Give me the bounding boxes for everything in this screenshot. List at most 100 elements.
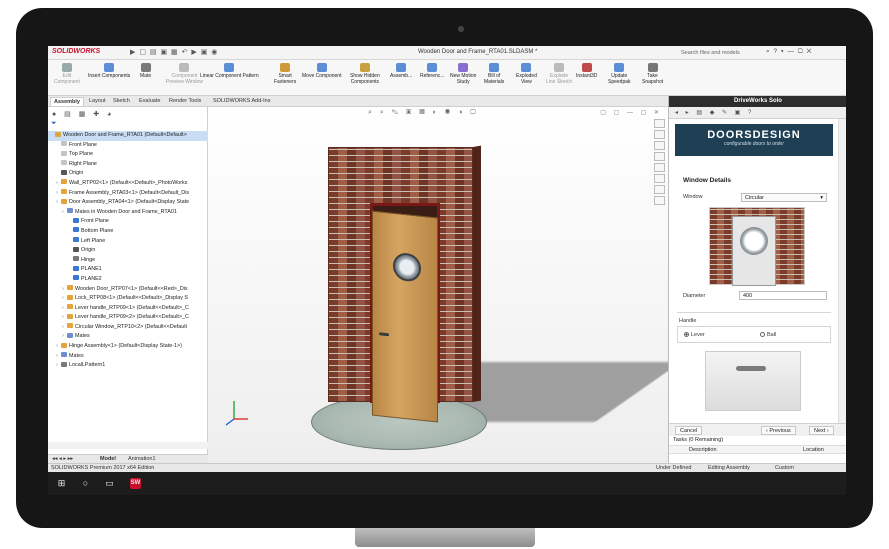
tree-row[interactable]: › Lock_RTP08<1> (Default<<Default>_Displa… xyxy=(48,294,208,304)
tree-row[interactable]: Front Plane xyxy=(48,217,208,227)
cmd-smart-fasteners[interactable]: Smart Fasteners xyxy=(274,63,296,85)
tree-row[interactable]: › Mates xyxy=(48,332,208,342)
previous-button[interactable]: ‹ Previous xyxy=(761,426,796,435)
radio-unchecked-icon xyxy=(760,332,765,337)
driveworks-icon[interactable] xyxy=(654,196,665,205)
cmd-icon xyxy=(104,63,115,72)
cmd-component-preview-window[interactable]: Component Preview Window xyxy=(166,63,203,85)
design-library-icon[interactable] xyxy=(654,141,665,150)
tree-row[interactable]: Bottom Plane xyxy=(48,227,208,237)
cmd-insert-components[interactable]: Insert Components xyxy=(88,63,130,79)
cmd-explode-line-sketch[interactable]: Explode Line Sketch xyxy=(546,63,572,85)
assembly-icon xyxy=(61,189,67,195)
cmd-icon xyxy=(61,63,72,72)
viewport-window-controls[interactable]: ▢ ▢ — ▢ ✕ xyxy=(600,109,662,116)
solidworks-logo[interactable]: SOLIDWORKS xyxy=(52,48,100,55)
cmd-exploded-view[interactable]: Exploded View xyxy=(516,63,537,85)
cmd-take-snapshot[interactable]: Take Snapshot xyxy=(642,63,663,85)
driveworks-toolbar[interactable]: ◂ ▸ ▤ ◆ ✎ ▣ ? xyxy=(669,107,846,119)
handle-ball-radio[interactable]: Ball xyxy=(760,332,776,338)
window-select[interactable]: Circular ▾ xyxy=(741,193,827,202)
tree-row[interactable]: Hinge xyxy=(48,256,208,266)
cmd-label: Component xyxy=(54,79,80,85)
cmd-new-motion-study[interactable]: New Motion Study xyxy=(450,63,476,85)
handle-lever-radio[interactable]: Lever xyxy=(684,332,705,338)
cmd-edit-component[interactable]: Edit Component xyxy=(54,63,80,85)
custom-properties-icon[interactable] xyxy=(654,185,665,194)
diameter-input[interactable]: 400 xyxy=(739,291,827,300)
tree-row-label: Origin xyxy=(81,247,96,254)
circular-window-model[interactable] xyxy=(393,251,421,283)
tree-row[interactable]: Origin xyxy=(48,246,208,256)
cmd-mate[interactable]: Mate xyxy=(140,63,151,79)
tree-row[interactable]: › Wooden Door_RTP07<1> (Default<<Red>_Dis xyxy=(48,285,208,295)
resources-icon[interactable] xyxy=(654,130,665,139)
view-palette-icon[interactable] xyxy=(654,163,665,172)
search-icon[interactable]: ○ xyxy=(80,478,91,489)
home-icon[interactable] xyxy=(654,119,665,128)
heads-up-view-toolbar[interactable]: ⌕ ⌕ ✎ ▣ ▦ ◐ ◉ ◑ ▢ xyxy=(368,109,479,117)
cmd-referenc[interactable]: Referenc... xyxy=(420,63,444,79)
tab-layout[interactable]: Layout xyxy=(86,97,109,105)
tree-row[interactable]: Origin xyxy=(48,169,208,179)
tasks-col-description[interactable]: Description xyxy=(689,447,717,453)
plane-blue-icon xyxy=(73,275,79,281)
tree-row-label: Left Plane xyxy=(81,237,106,244)
tree-panel-tabs[interactable]: ● ▤ ▦ ✚ ◕ xyxy=(52,110,114,118)
tree-row[interactable]: › Wall_RTP02<1> (Default<<Default>_PhotoW… xyxy=(48,179,208,189)
tree-row[interactable]: › LocalLPattern1 xyxy=(48,361,208,371)
cmd-move-component[interactable]: Move Component xyxy=(302,63,341,79)
window-controls[interactable]: ⌕ ? ▾ — ▢ ✕ xyxy=(766,48,812,56)
tree-horizontal-scrollbar[interactable] xyxy=(48,442,208,449)
tab-assembly[interactable]: Assembly xyxy=(50,97,84,106)
task-view-icon[interactable]: ▭ xyxy=(104,478,115,489)
tree-row[interactable]: PLANE1 xyxy=(48,265,208,275)
tree-row[interactable]: › Mates in Wooden Door and Frame_RTA01 xyxy=(48,208,208,218)
cmd-label: Referenc... xyxy=(420,73,445,79)
cmd-show-hidden-components[interactable]: Show Hidden Components xyxy=(350,63,380,85)
tree-row[interactable]: › Door Assembly_RTA04<1> (Default<Display… xyxy=(48,198,208,208)
cmd-icon xyxy=(359,63,370,72)
quick-access-toolbar[interactable]: ▶ ▢ ▤ ▣ ▦ ↶ ▶ ▣ ◉ xyxy=(130,48,218,56)
file-explorer-icon[interactable] xyxy=(654,152,665,161)
cmd-assemb[interactable]: Assemb... xyxy=(390,63,412,79)
cmd-linear-component-pattern[interactable]: Linear Component Pattern xyxy=(200,63,259,79)
tree-row[interactable]: › Lever handle_RTP09<2> (Default<<Default… xyxy=(48,313,208,323)
tree-row[interactable]: › Lever handle_RTP09<1> (Default<<Default… xyxy=(48,304,208,314)
tree-row[interactable]: › Mates xyxy=(48,352,208,362)
tree-row[interactable]: Right Plane xyxy=(48,160,208,170)
tab-animation1[interactable]: Animation1 xyxy=(128,456,156,462)
tree-row[interactable]: PLANE2 xyxy=(48,275,208,285)
cmd-instant3d[interactable]: Instant3D xyxy=(576,63,597,79)
tab-sketch[interactable]: Sketch xyxy=(110,97,133,105)
search-input[interactable]: Search files and models xyxy=(678,48,760,58)
appearances-icon[interactable] xyxy=(654,174,665,183)
cancel-button[interactable]: Cancel xyxy=(675,426,703,435)
mates-icon xyxy=(61,352,67,358)
tree-row[interactable]: Front Plane xyxy=(48,141,208,151)
tree-row[interactable]: › Hinge Assembly<1> (Default<Display Stat… xyxy=(48,342,208,352)
driveworks-scrollbar[interactable] xyxy=(838,119,846,423)
tree-row[interactable]: › Frame Assembly_RTA03<1> (Default<Defaul… xyxy=(48,189,208,199)
filter-icon[interactable]: ⏷ xyxy=(51,120,57,128)
coordinate-triad-icon xyxy=(225,401,248,426)
graphics-viewport[interactable]: ⌕ ⌕ ✎ ▣ ▦ ◐ ◉ ◑ ▢ ▢ ▢ — ▢ ✕ xyxy=(208,107,668,463)
tasks-col-location[interactable]: Location xyxy=(803,447,824,453)
tab-solidworks-add-ins[interactable]: SOLIDWORKS Add-Ins xyxy=(210,97,273,105)
wooden-door-model[interactable] xyxy=(372,210,438,423)
tree-row[interactable]: Top Plane xyxy=(48,150,208,160)
next-button[interactable]: Next › xyxy=(809,426,834,435)
tree-row[interactable]: › Circular Window_RTP10<2> (Default<<Defa… xyxy=(48,323,208,333)
tree-row[interactable]: Left Plane xyxy=(48,237,208,247)
tab-model[interactable]: Model xyxy=(100,456,116,462)
cmd-update-speedpak[interactable]: Update Speedpak xyxy=(608,63,631,85)
lever-handle-model[interactable] xyxy=(379,332,389,337)
windows-start-icon[interactable]: ⊞ xyxy=(56,478,67,489)
tree-row[interactable]: Wooden Door and Frame_RTA01 (Default<Def… xyxy=(48,131,208,141)
solidworks-taskbar-icon[interactable]: SW xyxy=(130,478,141,489)
tree-row-label: Hinge Assembly<1> (Default<Display State… xyxy=(69,343,182,350)
tab-render-tools[interactable]: Render Tools xyxy=(166,97,204,105)
tab-nav-arrows[interactable]: ◂◂ ◂ ▸ ▸▸ xyxy=(52,456,73,462)
cmd-bill-of-materials[interactable]: Bill of Materials xyxy=(484,63,504,85)
tab-evaluate[interactable]: Evaluate xyxy=(136,97,163,105)
